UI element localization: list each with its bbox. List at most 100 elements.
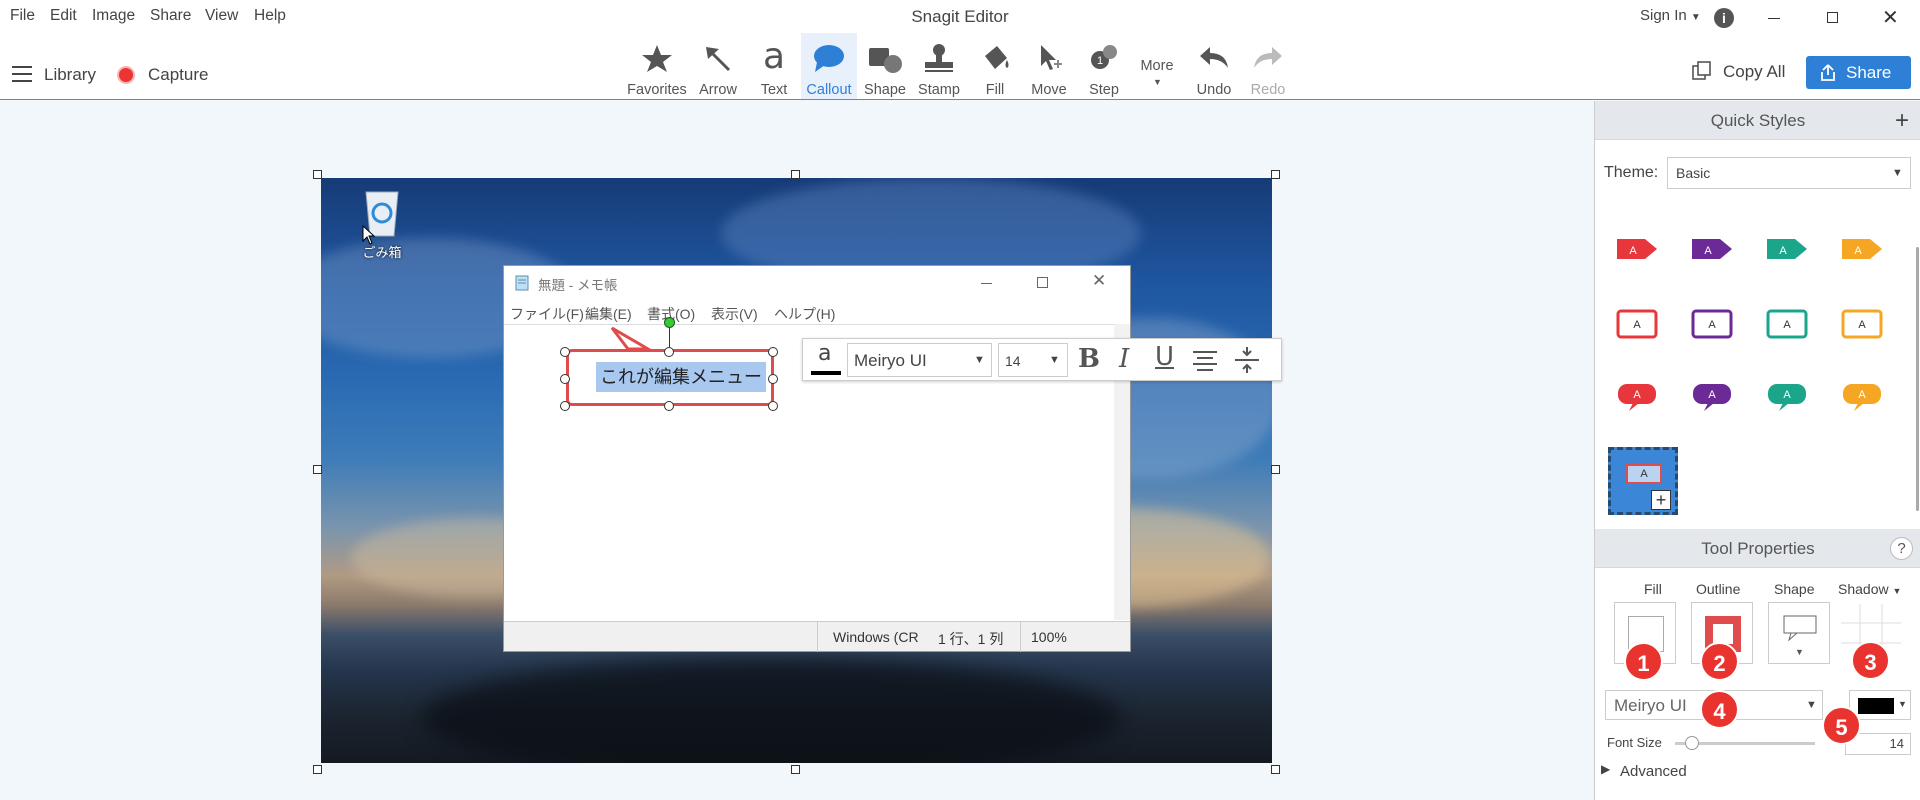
text-icon: a bbox=[762, 36, 786, 77]
theme-dropdown[interactable]: Basic ▼ bbox=[1667, 157, 1911, 189]
notepad-maximize-icon[interactable] bbox=[1037, 277, 1048, 288]
resize-handle[interactable] bbox=[791, 765, 800, 774]
callout-handle[interactable] bbox=[560, 374, 570, 384]
capture-button[interactable]: Capture bbox=[148, 65, 208, 85]
sign-in-button[interactable]: Sign In ▼ bbox=[1640, 7, 1701, 24]
tool-text[interactable]: a Text bbox=[745, 33, 803, 99]
add-style-icon[interactable]: + bbox=[1895, 101, 1909, 140]
underline-button[interactable]: U bbox=[1155, 342, 1174, 372]
tool-redo[interactable]: Redo bbox=[1240, 33, 1296, 99]
chevron-down-icon: ▼ bbox=[1049, 354, 1060, 366]
quick-style-box[interactable]: A bbox=[1765, 308, 1809, 340]
step-badge-5: 5 bbox=[1822, 706, 1861, 745]
record-icon[interactable] bbox=[117, 66, 135, 84]
expand-triangle-icon[interactable]: ▶ bbox=[1601, 762, 1610, 776]
restore-icon[interactable] bbox=[1827, 12, 1838, 23]
quick-style-arrow[interactable]: A bbox=[1690, 233, 1734, 265]
quick-style-new[interactable]: A + bbox=[1608, 447, 1678, 515]
resize-handle[interactable] bbox=[1271, 465, 1280, 474]
italic-button[interactable]: I bbox=[1119, 344, 1129, 374]
notepad-menu-help[interactable]: ヘルプ(H) bbox=[774, 304, 835, 324]
quick-styles-title: Quick Styles bbox=[1710, 111, 1806, 130]
resize-handle[interactable] bbox=[313, 765, 322, 774]
notepad-menu-file[interactable]: ファイル(F) bbox=[510, 304, 584, 324]
callout-handle[interactable] bbox=[768, 374, 778, 384]
quick-style-arrow[interactable]: A bbox=[1840, 233, 1884, 265]
share-label: Share bbox=[1846, 63, 1892, 82]
callout-handle[interactable] bbox=[560, 401, 570, 411]
tool-stamp[interactable]: Stamp bbox=[911, 33, 967, 99]
resize-handle[interactable] bbox=[1271, 170, 1280, 179]
notepad-close-icon[interactable]: ✕ bbox=[1092, 271, 1106, 291]
style-glyph: A bbox=[1783, 389, 1791, 401]
callout-handle[interactable] bbox=[560, 347, 570, 357]
resize-handle[interactable] bbox=[313, 465, 322, 474]
chevron-down-icon: ▼ bbox=[1806, 699, 1817, 711]
style-glyph: A bbox=[1783, 319, 1791, 331]
quick-style-box[interactable]: A bbox=[1840, 308, 1884, 340]
notepad-encoding: Windows (CR bbox=[833, 629, 918, 645]
theme-value: Basic bbox=[1676, 165, 1711, 181]
quick-style-bubble[interactable]: A bbox=[1765, 381, 1809, 413]
share-button[interactable]: Share bbox=[1806, 56, 1911, 89]
quick-style-arrow[interactable]: A bbox=[1615, 233, 1659, 265]
rotate-handle[interactable] bbox=[664, 317, 675, 328]
tool-favorites[interactable]: Favorites bbox=[627, 33, 687, 99]
help-button[interactable]: ? bbox=[1890, 537, 1913, 560]
callout-handle[interactable] bbox=[768, 347, 778, 357]
notepad-minimize-icon[interactable] bbox=[981, 283, 992, 284]
notepad-titlebar: 無題 - メモ帳 ✕ bbox=[504, 266, 1130, 300]
tool-fill[interactable]: Fill bbox=[967, 33, 1023, 99]
font-family-value: Meiryo UI bbox=[1614, 696, 1687, 715]
style-preview: A bbox=[1626, 464, 1662, 484]
chevron-down-icon: ▼ bbox=[974, 354, 985, 366]
chevron-down-icon: ▼ bbox=[1795, 647, 1804, 657]
callout-handle[interactable] bbox=[664, 347, 674, 357]
move-icon bbox=[1041, 45, 1062, 70]
minimize-icon[interactable] bbox=[1768, 18, 1780, 19]
align-center-icon[interactable] bbox=[1191, 349, 1219, 373]
tool-move[interactable]: Move bbox=[1021, 33, 1077, 99]
close-icon[interactable]: ✕ bbox=[1882, 5, 1899, 30]
callout-handle[interactable] bbox=[768, 401, 778, 411]
quick-style-box[interactable]: A bbox=[1690, 308, 1734, 340]
tool-shape[interactable]: Shape bbox=[857, 33, 913, 99]
bold-button[interactable]: B bbox=[1078, 344, 1100, 374]
advanced-section-toggle[interactable]: Advanced bbox=[1620, 763, 1687, 780]
info-icon[interactable]: i bbox=[1714, 8, 1734, 28]
font-family-dropdown[interactable]: Meiryo UI ▼ bbox=[847, 343, 992, 377]
notepad-menu-view[interactable]: 表示(V) bbox=[711, 304, 758, 324]
quick-style-box[interactable]: A bbox=[1615, 308, 1659, 340]
tool-undo[interactable]: Undo bbox=[1186, 33, 1242, 99]
resize-handle[interactable] bbox=[791, 170, 800, 179]
tool-more[interactable]: More ▼ bbox=[1129, 33, 1185, 99]
theme-label: Theme: bbox=[1604, 164, 1659, 181]
notepad-menu-edit[interactable]: 編集(E) bbox=[585, 304, 632, 324]
shadow-dropdown[interactable]: Shadow ▼ bbox=[1838, 581, 1901, 597]
resize-handle[interactable] bbox=[313, 170, 322, 179]
fill-icon bbox=[985, 46, 1009, 69]
quick-style-arrow[interactable]: A bbox=[1765, 233, 1809, 265]
library-button[interactable]: Library bbox=[44, 65, 96, 85]
vertical-align-icon[interactable] bbox=[1233, 345, 1261, 375]
font-size-slider-thumb[interactable] bbox=[1685, 736, 1699, 750]
tool-label: Arrow bbox=[699, 82, 737, 98]
tool-callout[interactable]: Callout bbox=[801, 33, 857, 99]
text-color-button[interactable]: a bbox=[808, 341, 844, 379]
quick-style-bubble[interactable]: A bbox=[1690, 381, 1734, 413]
quick-style-bubble[interactable]: A bbox=[1615, 381, 1659, 413]
tool-arrow[interactable]: Arrow bbox=[689, 33, 747, 99]
resize-handle[interactable] bbox=[1271, 765, 1280, 774]
toolbar: Library Capture Favorites Arrow a Text C… bbox=[0, 33, 1920, 100]
quick-style-bubble[interactable]: A bbox=[1840, 381, 1884, 413]
callout-handle[interactable] bbox=[664, 401, 674, 411]
shape-button[interactable]: ▼ bbox=[1768, 602, 1830, 664]
font-size-dropdown[interactable]: 14 ▼ bbox=[998, 343, 1068, 377]
step-badge-3: 3 bbox=[1851, 641, 1890, 680]
callout-text[interactable]: これが編集メニュー bbox=[596, 362, 766, 392]
copy-all-button[interactable]: Copy All bbox=[1692, 58, 1802, 88]
panel-scrollbar[interactable] bbox=[1916, 247, 1919, 511]
tool-step[interactable]: 1 Step bbox=[1076, 33, 1132, 99]
hamburger-menu-icon[interactable] bbox=[12, 66, 32, 82]
tool-label: Step bbox=[1089, 82, 1119, 98]
